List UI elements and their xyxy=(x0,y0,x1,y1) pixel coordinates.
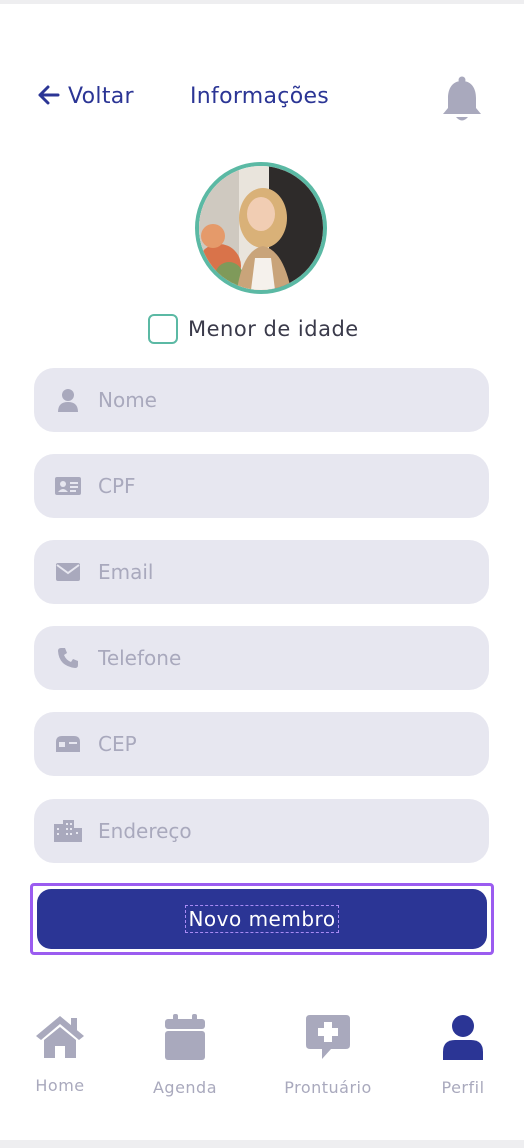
tab-prontuario-label: Prontuário xyxy=(284,1078,372,1097)
telefone-input[interactable] xyxy=(96,645,460,671)
tab-perfil[interactable]: Perfil xyxy=(408,1014,518,1097)
minor-checkbox[interactable] xyxy=(148,314,178,344)
bottom-nav: Home Agenda Prontuário Perfil xyxy=(0,1014,524,1114)
top-bar: Voltar Informações xyxy=(0,64,524,134)
tab-agenda-label: Agenda xyxy=(152,1078,218,1097)
telefone-field[interactable] xyxy=(34,626,489,690)
minor-label: Menor de idade xyxy=(188,317,359,341)
cep-input[interactable] xyxy=(96,731,460,757)
tab-perfil-label: Perfil xyxy=(441,1078,485,1097)
avatar[interactable] xyxy=(195,162,327,294)
tab-agenda[interactable]: Agenda xyxy=(130,1014,240,1097)
nome-input[interactable] xyxy=(96,387,460,413)
cep-field[interactable] xyxy=(34,712,489,776)
submit-focus-outline: Novo membro xyxy=(30,883,494,955)
user-icon xyxy=(442,1014,484,1064)
envelope-icon xyxy=(54,558,82,586)
new-member-label: Novo membro xyxy=(185,905,339,933)
cpf-field[interactable] xyxy=(34,454,489,518)
minor-row: Menor de idade xyxy=(148,314,359,344)
page-title: Informações xyxy=(190,84,330,109)
cpf-input[interactable] xyxy=(96,473,460,499)
phone-icon xyxy=(54,644,82,672)
endereco-input[interactable] xyxy=(96,818,460,844)
mailbox-icon xyxy=(54,730,82,758)
screen: Voltar Informações Menor de idade Nome C… xyxy=(0,4,524,1140)
user-icon xyxy=(54,386,82,414)
calendar-icon xyxy=(164,1014,206,1064)
new-member-button[interactable]: Novo membro xyxy=(37,889,487,949)
tab-home[interactable]: Home xyxy=(5,1014,115,1095)
email-field[interactable] xyxy=(34,540,489,604)
back-button[interactable]: Voltar xyxy=(38,84,134,109)
tab-prontuario[interactable]: Prontuário xyxy=(273,1014,383,1097)
building-icon xyxy=(54,817,82,845)
home-icon xyxy=(35,1014,85,1062)
email-input[interactable] xyxy=(96,559,460,585)
id-card-icon xyxy=(54,472,82,500)
endereco-field[interactable] xyxy=(34,799,489,863)
back-label: Voltar xyxy=(68,84,134,109)
medical-chat-icon xyxy=(305,1014,351,1064)
tab-home-label: Home xyxy=(35,1076,85,1095)
bell-icon[interactable] xyxy=(441,76,483,128)
arrow-left-icon xyxy=(38,85,60,109)
nome-field[interactable] xyxy=(34,368,489,432)
